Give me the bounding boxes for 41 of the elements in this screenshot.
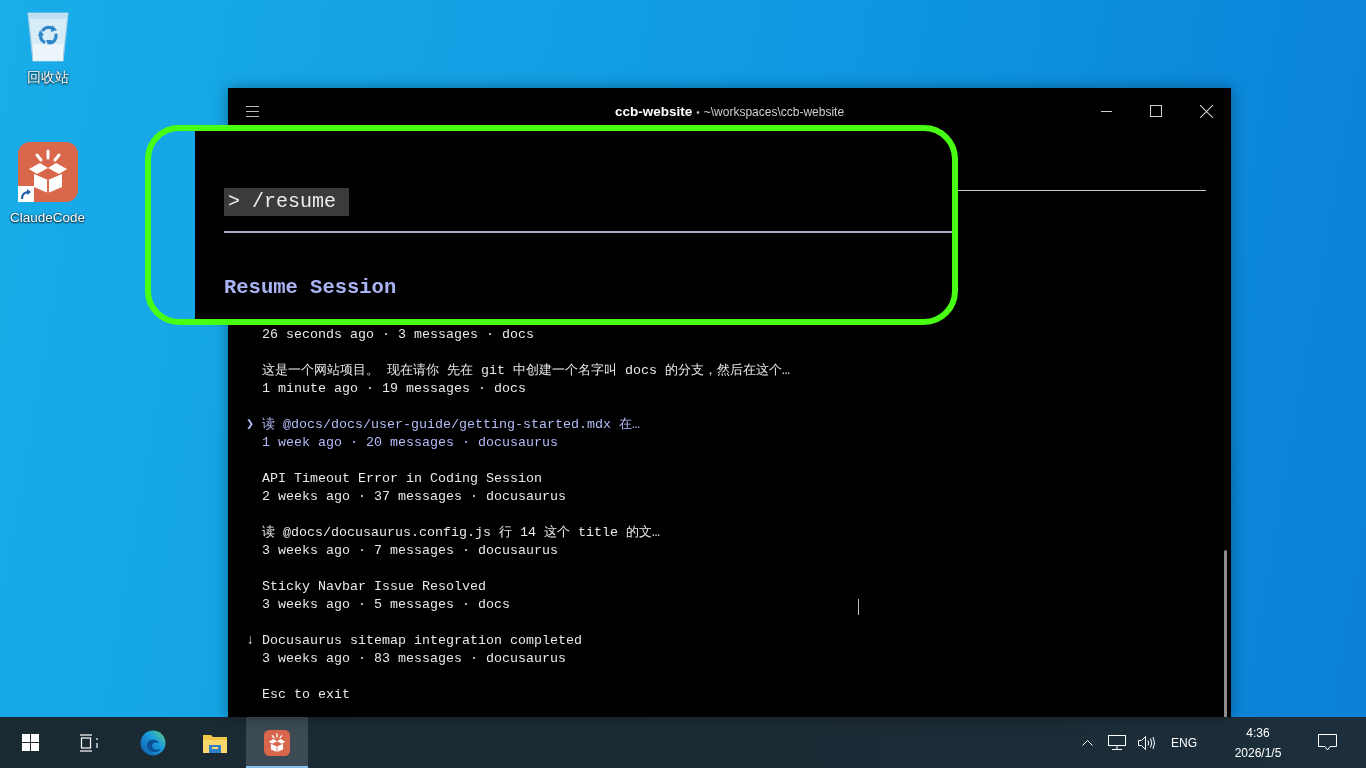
scrollbar[interactable]: [1224, 550, 1227, 717]
session-title[interactable]: 读 @docs/docs/user-guide/getting-started.mdx 在…: [262, 416, 640, 434]
session-meta: 3 weeks ago · 83 messages · docusaurus: [262, 650, 567, 668]
text-cursor-icon: [857, 599, 860, 615]
session-title[interactable]: 读 @docs/docusaurus.config.js 行 14 这个 title 的文…: [262, 524, 660, 542]
task-view-icon: [80, 733, 100, 752]
command-prompt: > /resume: [224, 188, 350, 216]
menu-icon: [245, 105, 259, 117]
window-path: ~\workspaces\ccb-website: [703, 104, 845, 119]
clock-date: 2026/1/5: [1234, 744, 1282, 762]
minimize-icon: [1100, 110, 1112, 112]
app-shortcut-icon: [17, 142, 78, 202]
app-icon: [264, 729, 290, 756]
maximize-icon: [1150, 105, 1162, 117]
dialog-heading: Resume Session: [224, 275, 397, 301]
row-marker: ↓: [246, 632, 255, 650]
taskbar-app-button[interactable]: [246, 717, 308, 768]
clock[interactable]: 4:36 2026/1/5: [1218, 717, 1298, 768]
row-marker: ❯: [246, 416, 256, 434]
chevron-up-icon: [1081, 739, 1093, 746]
window-title: ccb-website: [614, 103, 693, 119]
session-meta: 26 seconds ago · 3 messages · docs: [262, 326, 534, 344]
notification-icon: [1317, 734, 1337, 751]
close-icon: [1199, 104, 1213, 118]
input-language[interactable]: ENG: [1162, 717, 1206, 768]
session-meta: 3 weeks ago · 5 messages · docs: [262, 596, 510, 614]
clock-time: 4:36: [1246, 724, 1270, 742]
session-title[interactable]: 这是一个网站项目。 现在请你 先在 git 中创建一个名字叫 docs 的分支，然后在这个…: [262, 362, 790, 380]
title-separator: •: [696, 106, 700, 118]
session-meta: 1 week ago · 20 messages · docusaurus: [262, 434, 559, 452]
speaker-icon: [1138, 735, 1156, 750]
network-icon: [1108, 735, 1126, 750]
session-title[interactable]: Docusaurus sitemap integration completed: [262, 632, 582, 650]
windows-logo-icon: [21, 734, 39, 751]
session-meta: 1 minute ago · 19 messages · docs: [262, 380, 527, 398]
browser-icon: [140, 729, 166, 756]
session-meta: 2 weeks ago · 37 messages · docusaurus: [262, 488, 566, 506]
session-meta: 3 weeks ago · 7 messages · docusaurus: [262, 542, 559, 560]
session-title[interactable]: API Timeout Error in Coding Session: [262, 470, 566, 488]
session-title[interactable]: Sticky Navbar Issue Resolved: [262, 578, 510, 596]
exit-hint: Esc to exit: [262, 686, 350, 704]
